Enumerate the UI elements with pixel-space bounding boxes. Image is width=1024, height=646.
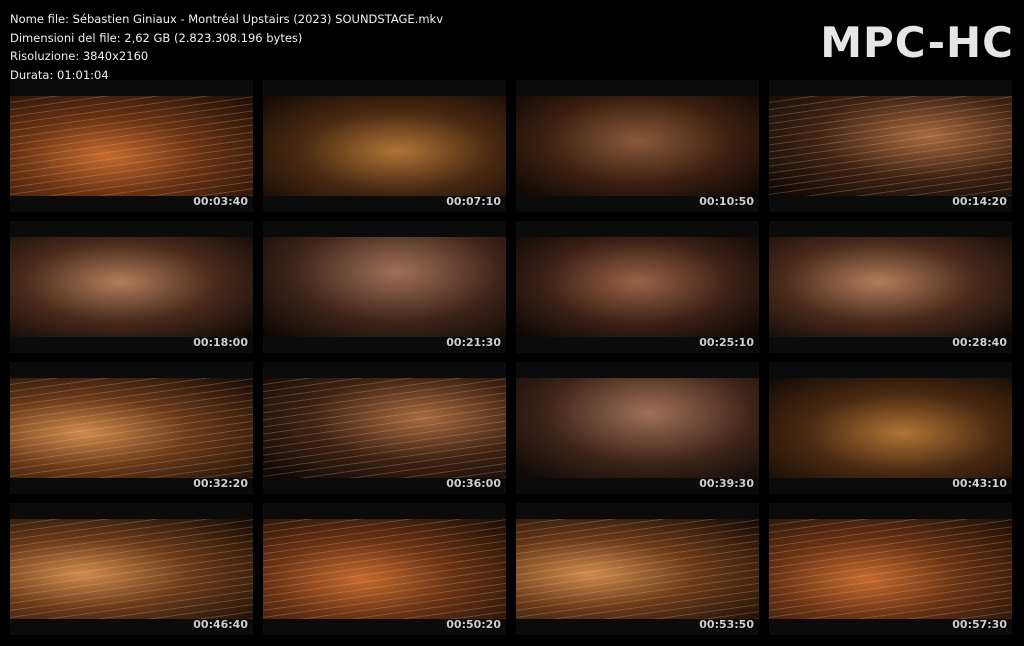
- thumbnail: 00:46:40: [10, 503, 253, 635]
- thumbnail: 00:39:30: [516, 362, 759, 494]
- frame-texture: [263, 519, 506, 619]
- timestamp: 00:18:00: [193, 336, 248, 349]
- video-frame: [769, 237, 1012, 337]
- frame-texture: [769, 519, 1012, 619]
- thumbnail: 00:03:40: [10, 80, 253, 212]
- thumbnail: 00:57:30: [769, 503, 1012, 635]
- thumbnail: 00:28:40: [769, 221, 1012, 353]
- thumbnail: 00:36:00: [263, 362, 506, 494]
- video-frame: [10, 237, 253, 337]
- frame-texture: [263, 378, 506, 478]
- frame-texture: [10, 378, 253, 478]
- video-frame: [516, 96, 759, 196]
- thumbnail: 00:10:50: [516, 80, 759, 212]
- frame-texture: [769, 96, 1012, 196]
- timestamp: 00:53:50: [699, 618, 754, 631]
- timestamp: 00:25:10: [699, 336, 754, 349]
- frame-texture: [10, 96, 253, 196]
- frame-texture: [516, 519, 759, 619]
- video-frame: [516, 237, 759, 337]
- thumbnail: 00:25:10: [516, 221, 759, 353]
- timestamp: 00:46:40: [193, 618, 248, 631]
- timestamp: 00:07:10: [446, 195, 501, 208]
- video-frame: [263, 96, 506, 196]
- timestamp: 00:39:30: [699, 477, 754, 490]
- video-frame: [769, 378, 1012, 478]
- timestamp: 00:21:30: [446, 336, 501, 349]
- timestamp: 00:03:40: [193, 195, 248, 208]
- timestamp: 00:10:50: [699, 195, 754, 208]
- thumbnail: 00:32:20: [10, 362, 253, 494]
- thumbnail: 00:18:00: [10, 221, 253, 353]
- video-frame: [263, 237, 506, 337]
- thumbnail-grid: 00:03:40 00:07:10 00:10:50 00:14:20 00:1…: [0, 0, 1024, 646]
- timestamp: 00:57:30: [952, 618, 1007, 631]
- thumbnail: 00:14:20: [769, 80, 1012, 212]
- thumbnail: 00:50:20: [263, 503, 506, 635]
- thumbnail: 00:21:30: [263, 221, 506, 353]
- timestamp: 00:32:20: [193, 477, 248, 490]
- video-frame: [516, 378, 759, 478]
- timestamp: 00:28:40: [952, 336, 1007, 349]
- frame-texture: [10, 519, 253, 619]
- timestamp: 00:14:20: [952, 195, 1007, 208]
- thumbnail: 00:43:10: [769, 362, 1012, 494]
- timestamp: 00:50:20: [446, 618, 501, 631]
- thumbnail: 00:07:10: [263, 80, 506, 212]
- timestamp: 00:36:00: [446, 477, 501, 490]
- timestamp: 00:43:10: [952, 477, 1007, 490]
- thumbnail: 00:53:50: [516, 503, 759, 635]
